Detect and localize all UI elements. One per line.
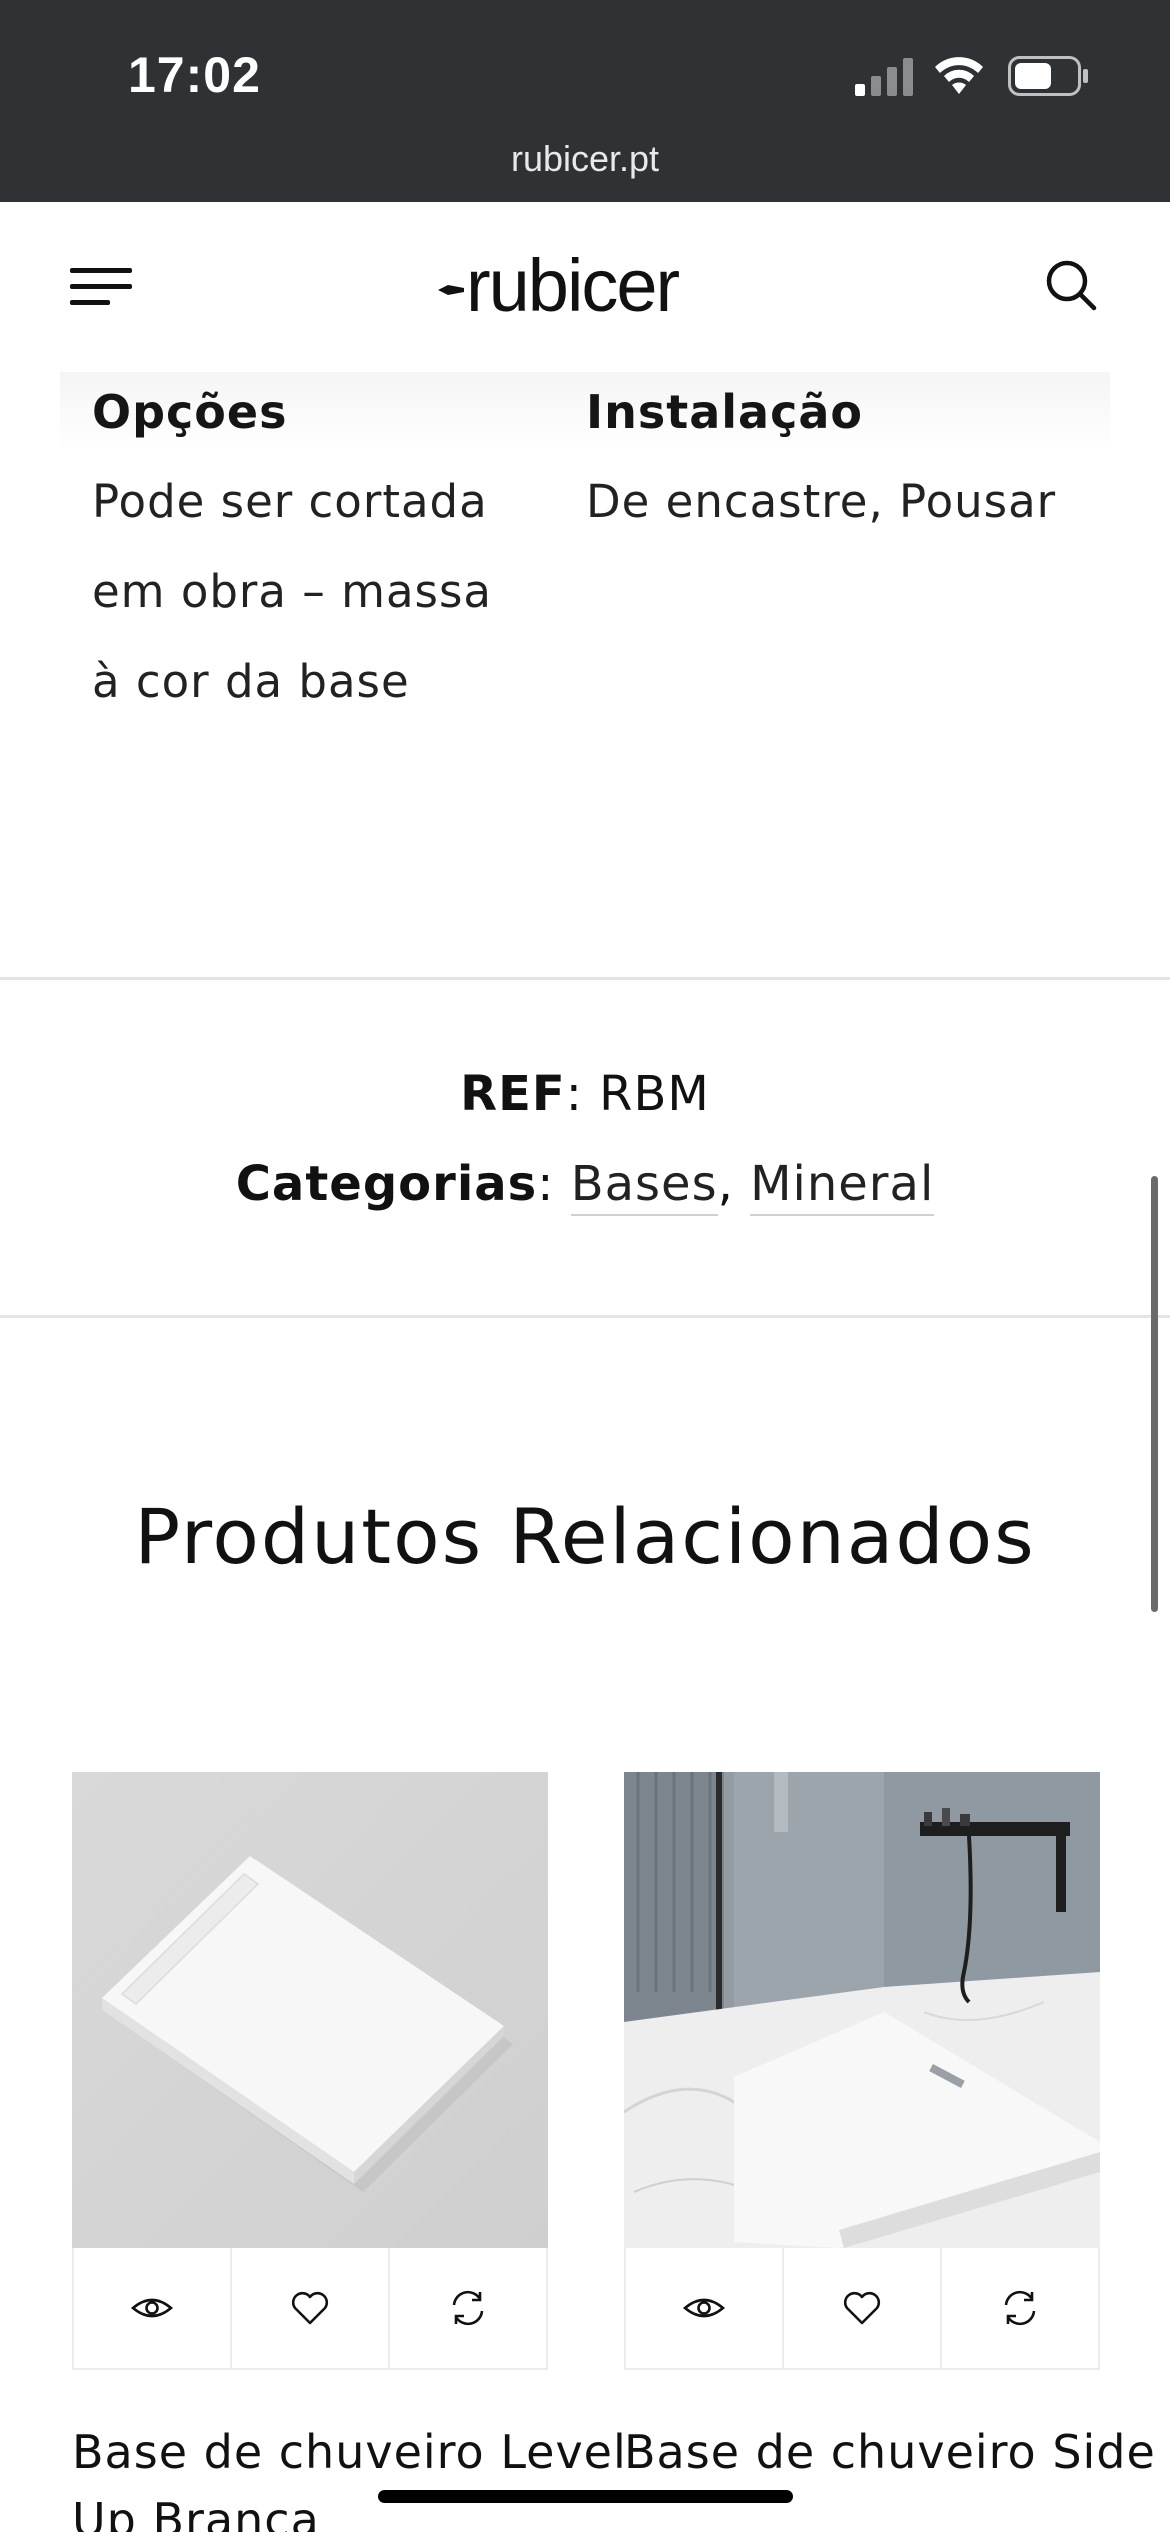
page-scrollbar[interactable] <box>1151 1176 1158 1612</box>
address-bar-url[interactable]: rubicer.pt <box>0 138 1170 180</box>
home-indicator[interactable] <box>378 2490 793 2503</box>
refresh-icon <box>1004 2290 1036 2326</box>
refresh-icon <box>452 2290 484 2326</box>
related-products-title: Produtos Relacionados <box>134 1492 1036 1581</box>
category-link-bases[interactable]: Bases <box>570 1156 718 1216</box>
wifi-icon <box>935 57 983 94</box>
product-actions <box>72 2248 548 2370</box>
product-card: Base de chuveiro Level Up Branca <box>72 1772 626 2532</box>
site-header: rubicer <box>0 202 1170 372</box>
product-card: Base de chuveiro Side <box>624 1772 1155 2486</box>
wishlist-button[interactable] <box>784 2248 942 2368</box>
product-actions <box>624 2248 1100 2370</box>
hamburger-menu-icon[interactable] <box>70 268 132 308</box>
product-image[interactable] <box>624 1772 1100 2248</box>
attribute-value-line: Pode ser cortada <box>92 475 488 528</box>
status-bar: 17:02 rubicer.pt <box>0 0 1170 202</box>
ref-value: RBM <box>599 1066 710 1122</box>
quick-view-button[interactable] <box>626 2248 784 2368</box>
category-link-mineral[interactable]: Mineral <box>750 1156 935 1216</box>
product-ref: REF: RBM <box>460 1066 710 1122</box>
site-logo[interactable]: rubicer <box>438 244 680 327</box>
product-name-line[interactable]: Base de chuveiro Side <box>624 2418 1155 2486</box>
search-icon[interactable] <box>1044 258 1098 312</box>
compare-button[interactable] <box>390 2248 546 2368</box>
attribute-label: Instalação <box>586 385 863 439</box>
compare-button[interactable] <box>942 2248 1098 2368</box>
attribute-value-line: em obra – massa <box>92 565 492 618</box>
quick-view-button[interactable] <box>74 2248 232 2368</box>
attribute-value-line: De encastre, Pousar <box>586 475 1057 528</box>
categories-label: Categorias <box>235 1156 538 1212</box>
logo-arrow-icon <box>438 285 464 295</box>
cellular-signal-icon <box>855 58 913 96</box>
ref-label: REF <box>460 1066 566 1122</box>
divider <box>0 1315 1170 1318</box>
status-time: 17:02 <box>128 47 261 103</box>
heart-icon <box>843 2291 881 2325</box>
heart-icon <box>291 2291 329 2325</box>
attribute-installation: Instalação De encastre, Pousar <box>586 385 1106 547</box>
attribute-value-line: à cor da base <box>92 655 410 708</box>
attribute-label: Opções <box>92 385 288 439</box>
logo-text: rubicer <box>466 244 680 327</box>
divider <box>0 977 1170 980</box>
product-name-line[interactable]: Base de chuveiro Level <box>72 2418 626 2486</box>
battery-icon <box>1008 56 1088 96</box>
wishlist-button[interactable] <box>232 2248 390 2368</box>
eye-icon <box>682 2298 726 2318</box>
product-categories: Categorias: Bases, Mineral <box>0 1156 1170 1216</box>
eye-icon <box>130 2298 174 2318</box>
attribute-options: Opções Pode ser cortada em obra – massa … <box>92 385 512 727</box>
product-image[interactable] <box>72 1772 548 2248</box>
